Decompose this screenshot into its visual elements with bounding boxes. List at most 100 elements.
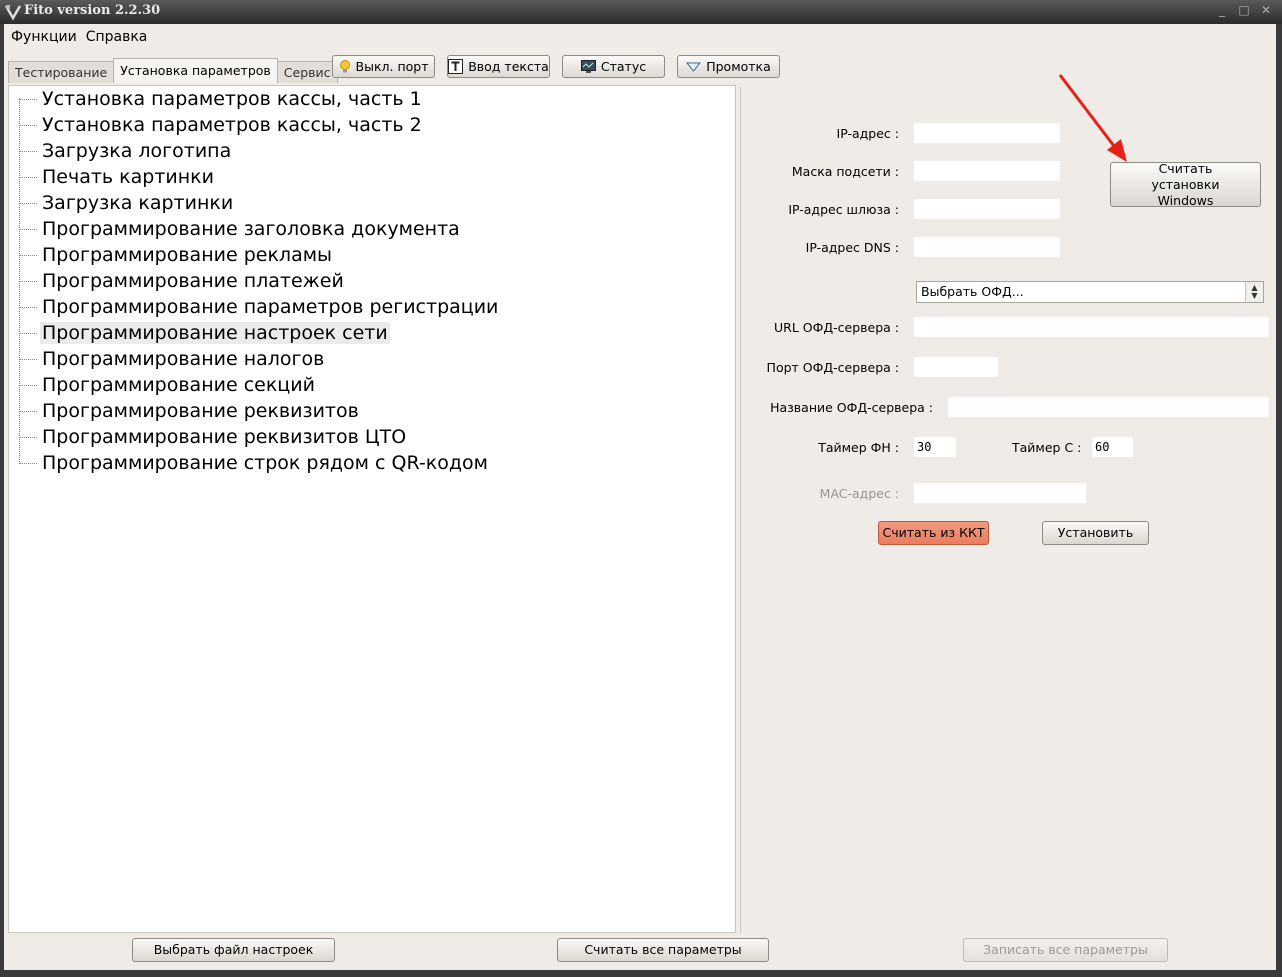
tree-item-label: Программирование секций [42,374,315,396]
text-T-icon [448,59,464,74]
tree-item[interactable]: Программирование реквизитов [19,398,361,424]
tree-item[interactable]: Программирование рекламы [19,242,334,268]
menubar: Функции Справка [4,28,152,48]
monitor-icon [580,60,596,73]
tree-connector [19,280,37,282]
minimize-icon[interactable]: _ [1214,3,1230,17]
spin-arrows-icon[interactable]: ▲ ▼ [1245,282,1263,302]
tree-item[interactable]: Программирование налогов [19,346,326,372]
window-title: Fito version 2.2.30 [24,3,161,18]
choose-settings-file-button[interactable]: Выбрать файл настроек [132,938,335,962]
dns-input[interactable] [914,237,1060,257]
mac-input[interactable] [914,483,1086,503]
ofd-port-label: Порт ОФД-сервера : [766,360,899,375]
network-settings-panel: IP-адрес : Маска подсети : IP-адрес шлюз… [740,87,1274,933]
timer-fn-label: Таймер ФН : [818,440,899,455]
tree-item[interactable]: Программирование настроек сети [19,320,390,346]
ofd-url-label: URL ОФД-сервера : [774,320,899,335]
tree-connector [19,176,37,178]
tree-item-label: Установка параметров кассы, часть 2 [42,114,422,136]
read-windows-settings-button[interactable]: Считать установки Windows [1110,161,1261,208]
timer-fn-input[interactable] [914,437,956,457]
tree-connector [19,98,37,100]
close-icon[interactable]: ✕ [1258,3,1274,17]
feed-button[interactable]: Промотка [677,55,780,78]
set-button[interactable]: Установить [1042,521,1149,545]
tab-settings[interactable]: Установка параметров [113,58,278,83]
tree-item[interactable]: Программирование платежей [19,268,346,294]
write-all-params-button[interactable]: Записать все параметры [963,938,1168,962]
text-input-label: Ввод текста [468,59,549,74]
ip-input[interactable] [914,123,1060,143]
tree-item[interactable]: Загрузка логотипа [19,138,233,164]
gateway-input[interactable] [914,199,1060,219]
tree-item[interactable]: Программирование заголовка документа [19,216,462,242]
timer-c-label: Таймер С : [1012,440,1082,455]
tree-item[interactable]: Программирование строк рядом с QR-кодом [19,450,490,476]
status-button[interactable]: Статус [562,55,665,78]
gateway-label: IP-адрес шлюза : [788,202,899,217]
mask-input[interactable] [914,161,1060,181]
window-controls: _ □ ✕ [1214,3,1274,17]
tab-bar: Тестирование Установка параметров Сервис [8,58,338,83]
timer-c-input[interactable] [1092,437,1133,457]
settings-tree: Установка параметров кассы, часть 1 Устан… [8,85,736,933]
maximize-icon[interactable]: □ [1236,3,1252,17]
window-titlebar: Fito version 2.2.30 _ □ ✕ [0,0,1282,24]
port-off-label: Выкл. порт [355,59,429,74]
tree-item-label: Загрузка картинки [42,192,234,214]
ofd-port-input[interactable] [914,357,998,377]
tree-connector [19,332,37,334]
ofd-name-label: Название ОФД-сервера : [770,400,933,415]
text-input-button[interactable]: Ввод текста [447,55,550,78]
tree-item[interactable]: Загрузка картинки [19,190,235,216]
read-from-kkt-button[interactable]: Считать из ККТ [878,521,989,545]
mac-label: MAC-адрес : [819,486,899,501]
tree-item[interactable]: Печать картинки [19,164,216,190]
triangle-down-icon [686,62,702,72]
tree-item-label: Программирование параметров регистрации [42,296,499,318]
window-client: Функции Справка Тестирование Установка п… [4,24,1276,970]
tab-service[interactable]: Сервис [276,61,338,83]
tree-connector [19,384,37,386]
tree-item[interactable]: Программирование параметров регистрации [19,294,500,320]
tree-item-label: Печать картинки [42,166,214,188]
app-icon [4,5,22,21]
tab-testing[interactable]: Тестирование [8,61,115,83]
tree-item-label: Программирование платежей [42,270,344,292]
read-all-params-button[interactable]: Считать все параметры [557,938,769,962]
tree-connector [19,436,37,438]
bulb-icon [339,59,350,72]
tree-item[interactable]: Установка параметров кассы, часть 2 [19,112,424,138]
tree-connector [19,462,37,464]
tree-connector [19,254,37,256]
tree-item-label: Загрузка логотипа [42,140,232,162]
feed-label: Промотка [706,59,771,74]
tree-item[interactable]: Установка параметров кассы, часть 1 [19,86,424,112]
tree-item-label: Программирование рекламы [42,244,333,266]
tree-connector [19,306,37,308]
tree-connector [19,202,37,204]
tree-item-label: Программирование заголовка документа [42,218,460,240]
ofd-select[interactable]: Выбрать ОФД... ▲ ▼ [916,281,1264,303]
ofd-select-value: Выбрать ОФД... [921,284,1024,299]
port-off-button[interactable]: Выкл. порт [332,55,435,78]
tree-item[interactable]: Программирование реквизитов ЦТО [19,424,408,450]
ofd-name-input[interactable] [948,397,1269,417]
tree-connector [19,228,37,230]
tree-item-label: Программирование реквизитов ЦТО [42,426,407,448]
menu-functions[interactable]: Функции [4,28,82,48]
tree-item-label: Программирование налогов [42,348,325,370]
mask-label: Маска подсети : [791,164,899,179]
tree-connector [19,410,37,412]
ofd-url-input[interactable] [914,317,1269,337]
dns-label: IP-адрес DNS : [805,240,899,255]
tree-item-label: Установка параметров кассы, часть 1 [42,88,422,110]
tree-connector [19,150,37,152]
tree-item[interactable]: Программирование секций [19,372,317,398]
tree-item-label: Программирование реквизитов [42,400,359,422]
annotation-arrow-icon [1058,74,1127,162]
menu-help[interactable]: Справка [82,28,153,48]
status-label: Статус [600,59,647,74]
tree-item-label: Программирование строк рядом с QR-кодом [42,452,488,474]
